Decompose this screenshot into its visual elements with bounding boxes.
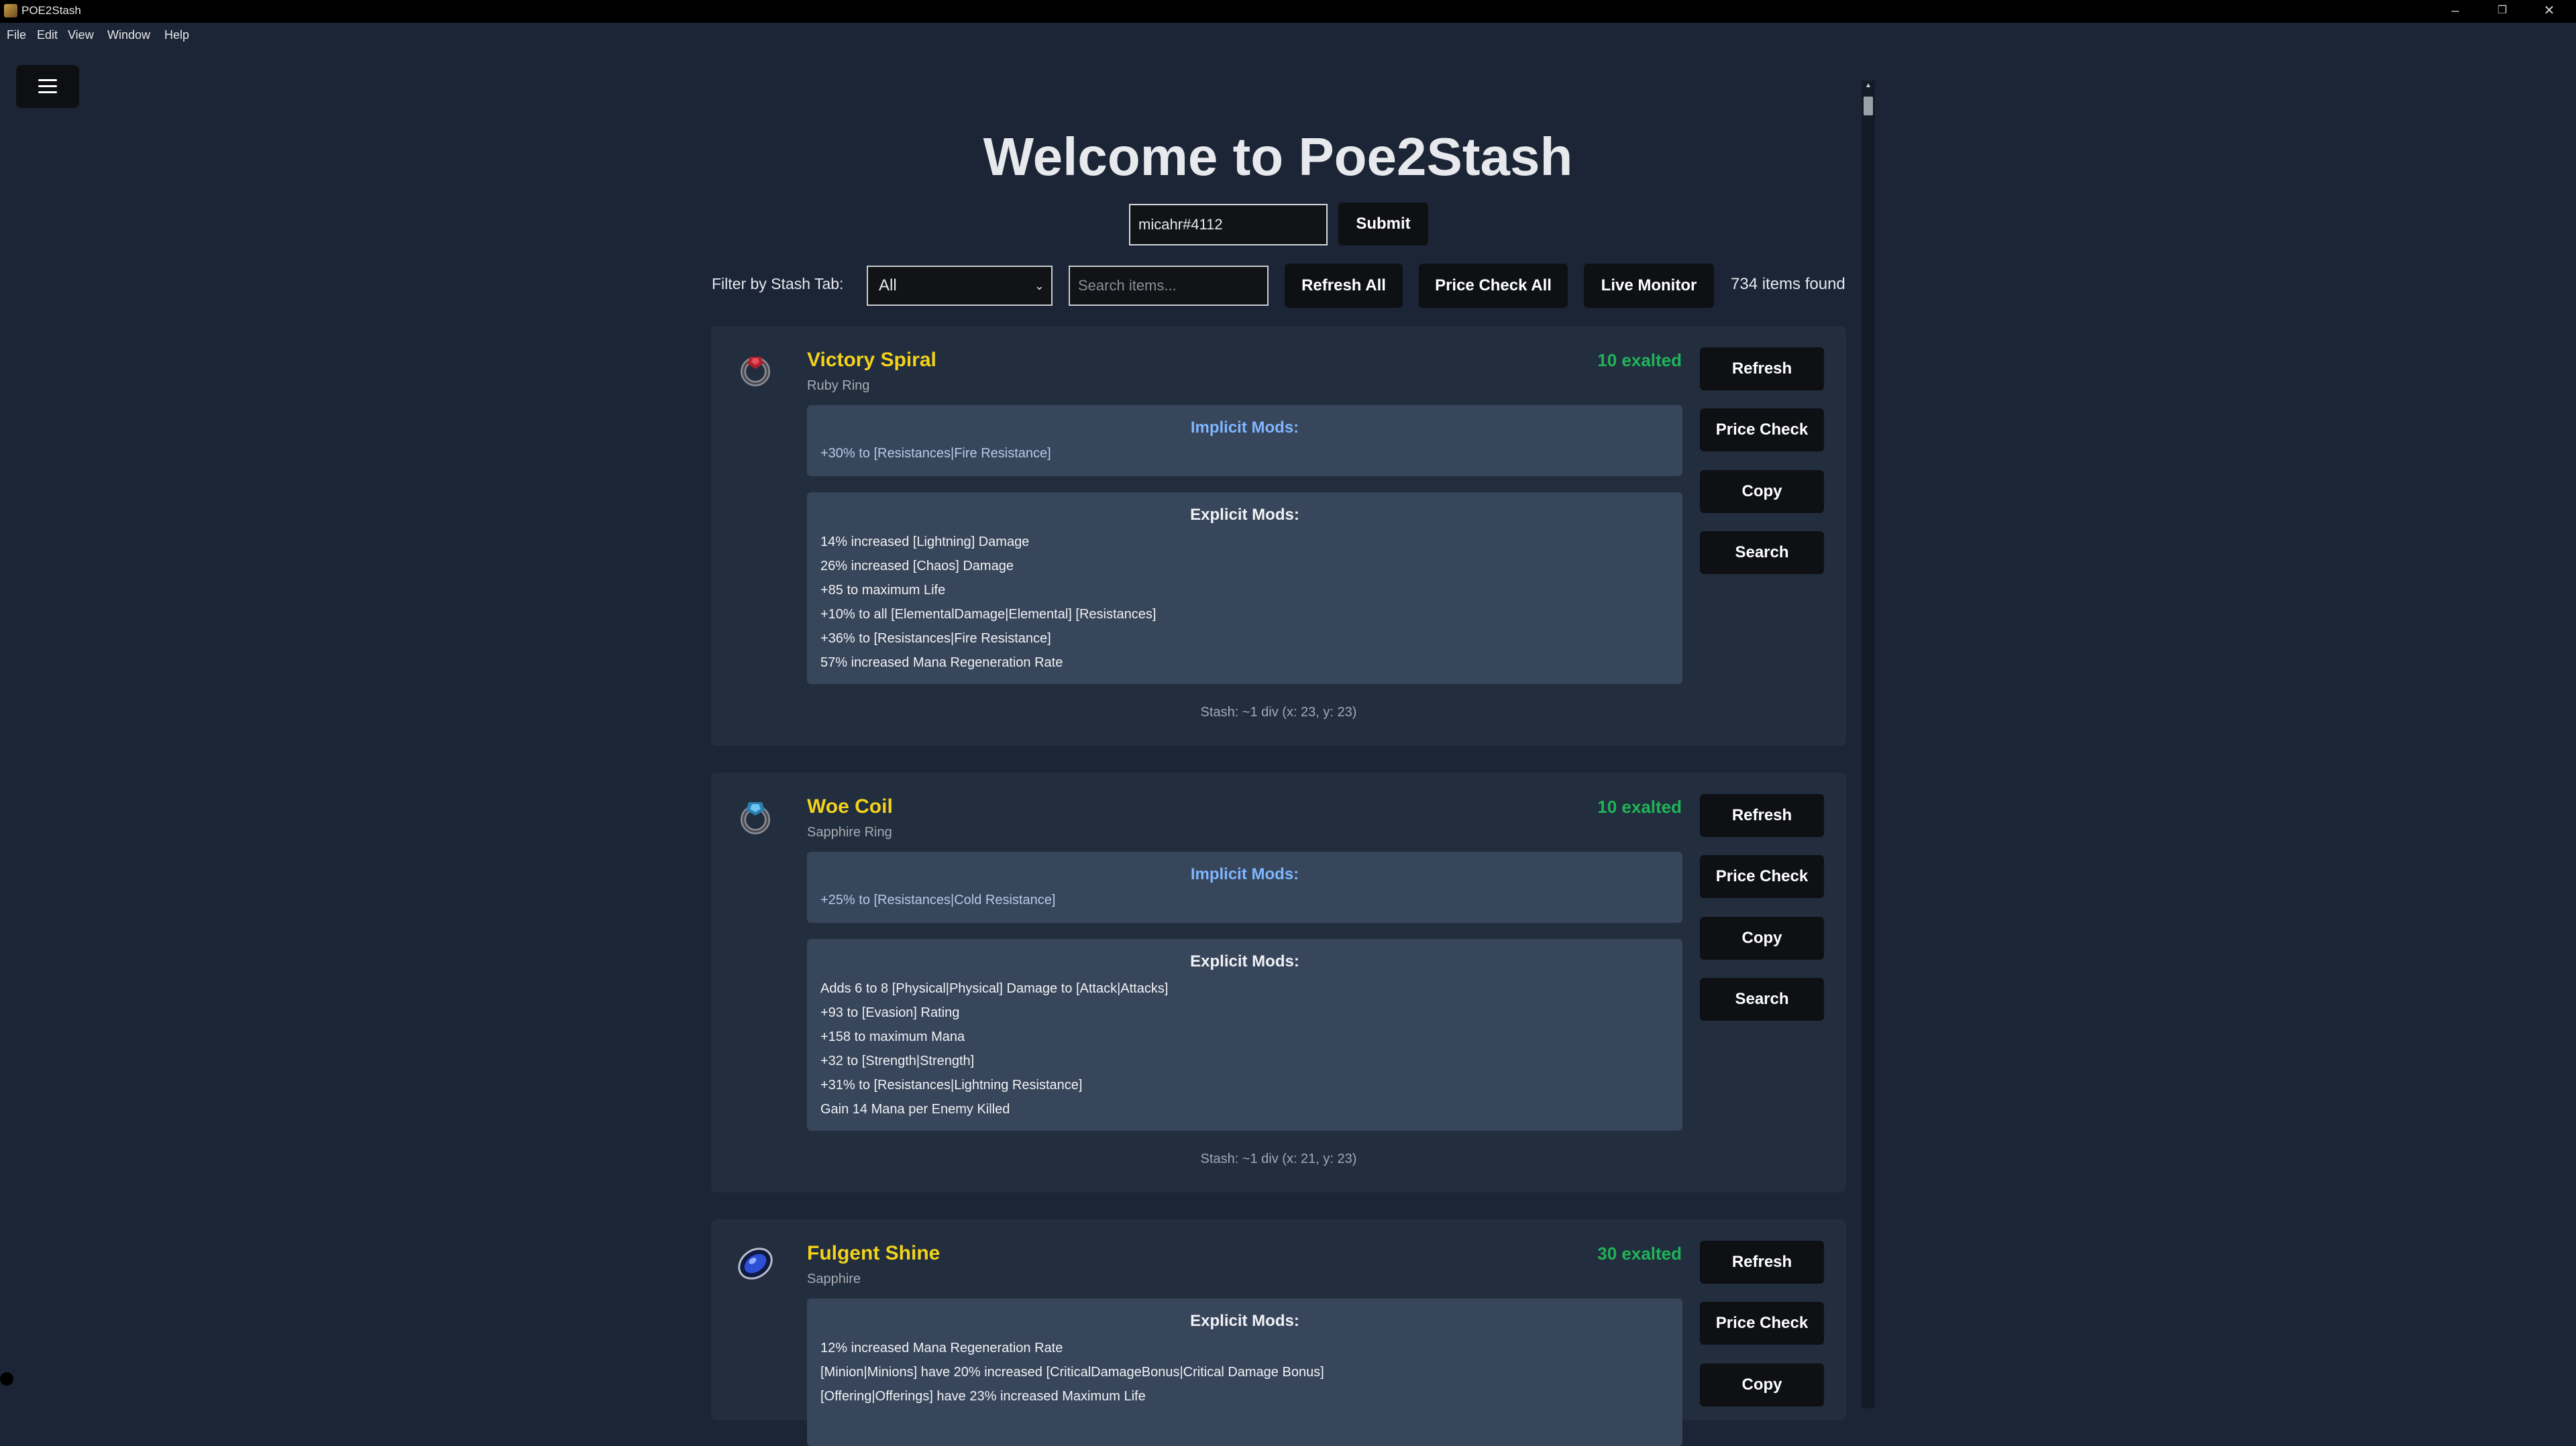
account-input[interactable] [1129, 204, 1328, 245]
explicit-mod: 12% increased Mana Regeneration Rate [820, 1341, 1063, 1355]
explicit-mod: +32 to [Strength|Strength] [820, 1054, 975, 1068]
item-card: Fulgent Shine Sapphire 30 exalted Explic… [711, 1219, 1846, 1446]
implicit-mods-box: Implicit Mods: +25% to [Resistances|Cold… [807, 852, 1682, 923]
ruby-ring-icon [734, 349, 777, 392]
implicit-mod: +25% to [Resistances|Cold Resistance] [820, 893, 1056, 907]
explicit-mod: +93 to [Evasion] Rating [820, 1005, 960, 1020]
explicit-mods-box: Explicit Mods: Adds 6 to 8 [Physical|Phy… [807, 939, 1682, 1131]
live-monitor-button[interactable]: Live Monitor [1584, 264, 1714, 308]
implicit-mods-title: Implicit Mods: [1190, 865, 1299, 883]
item-card: Woe Coil Sapphire Ring 10 exalted Implic… [711, 773, 1846, 1192]
menu-file[interactable]: File [7, 28, 26, 42]
search-button[interactable]: Search [1700, 978, 1824, 1021]
copy-button[interactable]: Copy [1700, 1364, 1824, 1406]
implicit-mods-box: Implicit Mods: +30% to [Resistances|Fire… [807, 405, 1682, 476]
explicit-mod: +10% to all [ElementalDamage|Elemental] … [820, 607, 1157, 622]
close-button[interactable]: ✕ [2526, 0, 2573, 23]
window-title: POE2Stash [21, 4, 81, 17]
implicit-mods-title: Implicit Mods: [1190, 419, 1299, 437]
search-button[interactable]: Search [1700, 531, 1824, 574]
explicit-mods-title: Explicit Mods: [1190, 952, 1299, 970]
price-check-all-button[interactable]: Price Check All [1419, 264, 1568, 308]
refresh-button[interactable]: Refresh [1700, 1241, 1824, 1284]
scroll-up-arrow-icon[interactable]: ▲ [1864, 82, 1873, 93]
page-title: Welcome to Poe2Stash [983, 127, 1573, 186]
scrollbar-track[interactable] [1862, 80, 1875, 1408]
explicit-mod: +85 to maximum Life [820, 583, 946, 598]
item-name: Woe Coil [807, 795, 893, 818]
item-price: 10 exalted [1597, 797, 1682, 817]
sapphire-jewel-icon [734, 1242, 777, 1285]
price-check-button[interactable]: Price Check [1700, 408, 1824, 451]
items-found-count: 734 items found [1731, 275, 1845, 293]
item-price: 10 exalted [1597, 350, 1682, 370]
item-type: Ruby Ring [807, 378, 870, 393]
search-input[interactable] [1069, 266, 1269, 306]
price-check-button[interactable]: Price Check [1700, 1302, 1824, 1345]
stash-location: Stash: ~1 div (x: 21, y: 23) [1200, 1152, 1357, 1166]
refresh-button[interactable]: Refresh [1700, 794, 1824, 837]
item-name: Victory Spiral [807, 349, 936, 371]
scrollbar-thumb[interactable] [1864, 97, 1873, 115]
explicit-mod: +158 to maximum Mana [820, 1030, 965, 1044]
hamburger-icon [38, 79, 57, 81]
minimize-button[interactable]: – [2432, 0, 2479, 23]
refresh-button[interactable]: Refresh [1700, 347, 1824, 390]
explicit-mods-box: Explicit Mods: 12% increased Mana Regene… [807, 1298, 1682, 1446]
menu-window[interactable]: Window [107, 28, 150, 42]
explicit-mod: 26% increased [Chaos] Damage [820, 559, 1014, 573]
explicit-mod: +31% to [Resistances|Lightning Resistanc… [820, 1078, 1083, 1093]
explicit-mod: Gain 14 Mana per Enemy Killed [820, 1102, 1010, 1117]
item-name: Fulgent Shine [807, 1242, 941, 1264]
menu-edit[interactable]: Edit [37, 28, 58, 42]
menu-view[interactable]: View [68, 28, 94, 42]
explicit-mods-box: Explicit Mods: 14% increased [Lightning]… [807, 492, 1682, 684]
explicit-mod: +36% to [Resistances|Fire Resistance] [820, 631, 1051, 646]
explicit-mod: Adds 6 to 8 [Physical|Physical] Damage t… [820, 981, 1169, 996]
devtools-toggle-icon[interactable] [0, 1372, 13, 1386]
stash-tab-select-value: All [879, 276, 897, 294]
stash-location: Stash: ~1 div (x: 23, y: 23) [1200, 705, 1357, 720]
explicit-mod: [Minion|Minions] have 20% increased [Cri… [820, 1365, 1324, 1380]
explicit-mod: 57% increased Mana Regeneration Rate [820, 655, 1063, 670]
restore-button[interactable]: ❐ [2479, 0, 2526, 23]
explicit-mod: [Offering|Offerings] have 23% increased … [820, 1389, 1146, 1404]
stash-tab-select[interactable]: All ⌄ [867, 266, 1053, 306]
refresh-all-button[interactable]: Refresh All [1285, 264, 1403, 308]
copy-button[interactable]: Copy [1700, 917, 1824, 960]
implicit-mod: +30% to [Resistances|Fire Resistance] [820, 446, 1051, 461]
menu-bar: File Edit View Window Help [0, 23, 2576, 48]
price-check-button[interactable]: Price Check [1700, 855, 1824, 898]
item-card: Victory Spiral Ruby Ring 10 exalted Impl… [711, 326, 1846, 746]
hamburger-icon-bar [38, 91, 57, 93]
filter-label: Filter by Stash Tab: [712, 275, 844, 292]
app-icon [4, 4, 17, 17]
submit-button[interactable]: Submit [1338, 203, 1428, 245]
menu-help[interactable]: Help [164, 28, 189, 42]
hamburger-icon-bar [38, 85, 57, 87]
item-type: Sapphire [807, 1272, 861, 1286]
sapphire-ring-icon [734, 795, 777, 838]
explicit-mods-title: Explicit Mods: [1190, 506, 1299, 524]
chevron-down-icon: ⌄ [1034, 279, 1044, 292]
title-bar: POE2Stash – ❐ ✕ [0, 0, 2576, 23]
hamburger-menu-button[interactable] [16, 65, 79, 108]
item-price: 30 exalted [1597, 1243, 1682, 1264]
explicit-mods-title: Explicit Mods: [1190, 1312, 1299, 1330]
copy-button[interactable]: Copy [1700, 470, 1824, 513]
item-type: Sapphire Ring [807, 825, 892, 840]
explicit-mod: 14% increased [Lightning] Damage [820, 535, 1030, 549]
